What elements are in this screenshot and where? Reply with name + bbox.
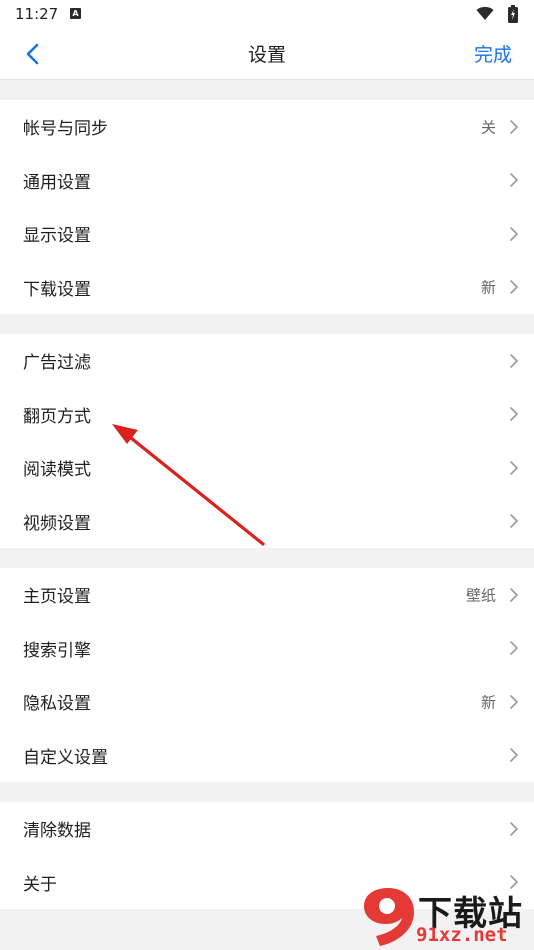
watermark-logo-icon [364, 888, 414, 946]
settings-row-label: 广告过滤 [23, 353, 91, 374]
settings-row-label: 清除数据 [23, 821, 91, 842]
settings-list: 帐号与同步关通用设置 显示设置 下载设置新广告过滤 翻页方式 阅读模式 视频设置 主页设置壁… [0, 80, 534, 909]
settings-row-label: 通用设置 [23, 172, 91, 193]
chevron-right-icon [510, 407, 518, 422]
settings-row-value: 新 [480, 278, 496, 297]
settings-row-value: 新 [480, 693, 496, 712]
settings-row[interactable]: 通用设置 [0, 154, 534, 208]
status-time: 11:27 [15, 5, 59, 23]
settings-row-label: 下载设置 [23, 279, 91, 300]
settings-row[interactable]: 主页设置 壁纸 [0, 568, 534, 622]
settings-group: 帐号与同步 关通用设置显示设置下载设置 新 [0, 100, 534, 314]
settings-row[interactable]: 隐私设置 新 [0, 675, 534, 729]
settings-row[interactable]: 自定义设置 [0, 729, 534, 783]
settings-row[interactable]: 视频设置 [0, 495, 534, 549]
settings-row-label: 自定义设置 [23, 747, 108, 768]
chevron-right-icon [510, 280, 518, 295]
watermark-url: 91xz.net [416, 924, 508, 946]
settings-row-label: 帐号与同步 [23, 119, 108, 140]
settings-group: 广告过滤翻页方式阅读模式视频设置 [0, 334, 534, 548]
settings-row-label: 关于 [23, 874, 57, 895]
chevron-right-icon [510, 226, 518, 241]
watermark: 下载站 91xz.net [360, 886, 530, 948]
battery-icon [508, 5, 518, 23]
chevron-right-icon [510, 353, 518, 368]
settings-row[interactable]: 搜索引擎 [0, 622, 534, 676]
chevron-right-icon [510, 460, 518, 475]
settings-row[interactable]: 帐号与同步 关 [0, 100, 534, 154]
status-bar: 11:27 A [0, 0, 534, 28]
settings-row[interactable]: 翻页方式 [0, 388, 534, 442]
settings-row-label: 主页设置 [23, 587, 91, 608]
settings-row-label: 视频设置 [23, 513, 91, 534]
settings-row-label: 显示设置 [23, 226, 91, 247]
chevron-right-icon [510, 694, 518, 709]
chevron-right-icon [510, 821, 518, 836]
chevron-right-icon [510, 119, 518, 134]
done-button[interactable]: 完成 [474, 40, 512, 67]
settings-row-value: 关 [480, 118, 496, 137]
settings-group: 主页设置 壁纸搜索引擎隐私设置 新自定义设置 [0, 568, 534, 782]
settings-row[interactable]: 广告过滤 [0, 334, 534, 388]
settings-row-value: 壁纸 [465, 586, 496, 605]
settings-row[interactable]: 显示设置 [0, 207, 534, 261]
settings-row[interactable]: 下载设置 新 [0, 261, 534, 315]
wifi-icon [476, 6, 494, 20]
settings-row-label: 翻页方式 [23, 406, 91, 427]
settings-row[interactable]: 阅读模式 [0, 441, 534, 495]
chevron-right-icon [510, 514, 518, 529]
settings-row-label: 隐私设置 [23, 694, 91, 715]
chevron-right-icon [510, 748, 518, 763]
settings-row-label: 阅读模式 [23, 460, 91, 481]
page-title: 设置 [247, 44, 286, 66]
settings-row[interactable]: 清除数据 [0, 802, 534, 856]
a-icon: A [70, 8, 81, 19]
chevron-right-icon [510, 587, 518, 602]
chevron-right-icon [510, 173, 518, 188]
settings-row-label: 搜索引擎 [23, 640, 91, 661]
header: 设置 完成 [0, 28, 534, 80]
chevron-right-icon [510, 641, 518, 656]
